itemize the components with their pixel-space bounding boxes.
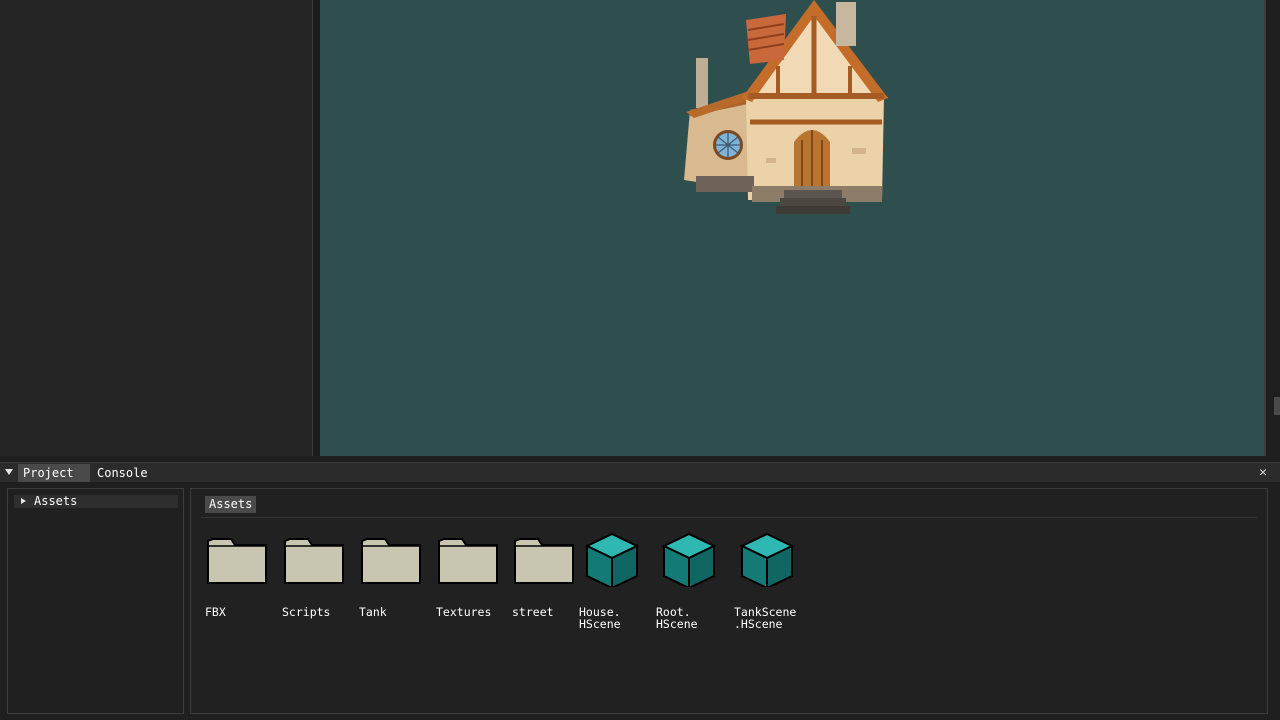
scene-cube-icon [661,533,717,587]
asset-label: Root. HScene [656,605,698,631]
house-model [684,0,888,214]
asset-label: TankScene .HScene [734,605,797,631]
folder-icon [284,538,344,584]
right-edge-strip [1266,0,1280,461]
scene-cube-icon [739,533,795,587]
folder-icon [361,538,421,584]
close-icon[interactable]: ✕ [1259,464,1267,482]
scene-viewport[interactable] [320,0,1266,456]
tab-project[interactable]: Project [18,464,90,482]
folder-icon [438,538,498,584]
resize-grip[interactable] [1274,397,1280,415]
expand-arrow-icon[interactable] [21,498,26,504]
asset-label: Scripts [282,605,331,619]
folder-icon [207,538,267,584]
hierarchy-panel [0,0,312,461]
asset-label: House. HScene [579,605,621,631]
asset-browser: Assets FBX Scripts Tank Textures street … [190,488,1268,714]
divider [201,517,1257,518]
asset-label: FBX [205,605,226,619]
folder-tree: Assets [7,488,184,714]
vertical-splitter[interactable] [312,0,320,461]
horizontal-splitter[interactable] [0,456,1280,461]
scene-cube-icon [584,533,640,587]
asset-label: Textures [436,605,492,619]
asset-label: Tank [359,605,387,619]
folder-icon [514,538,574,584]
tree-item-label: Assets [34,494,78,508]
bottom-panel-tabbar: Project Console ✕ [0,462,1280,483]
breadcrumb[interactable]: Assets [205,496,257,513]
collapse-arrow-icon[interactable] [5,469,13,475]
tab-console[interactable]: Console [92,464,153,482]
project-panel: Assets Assets FBX Scripts Tank Textures … [0,482,1280,720]
tree-item-assets[interactable]: Assets [14,494,178,508]
